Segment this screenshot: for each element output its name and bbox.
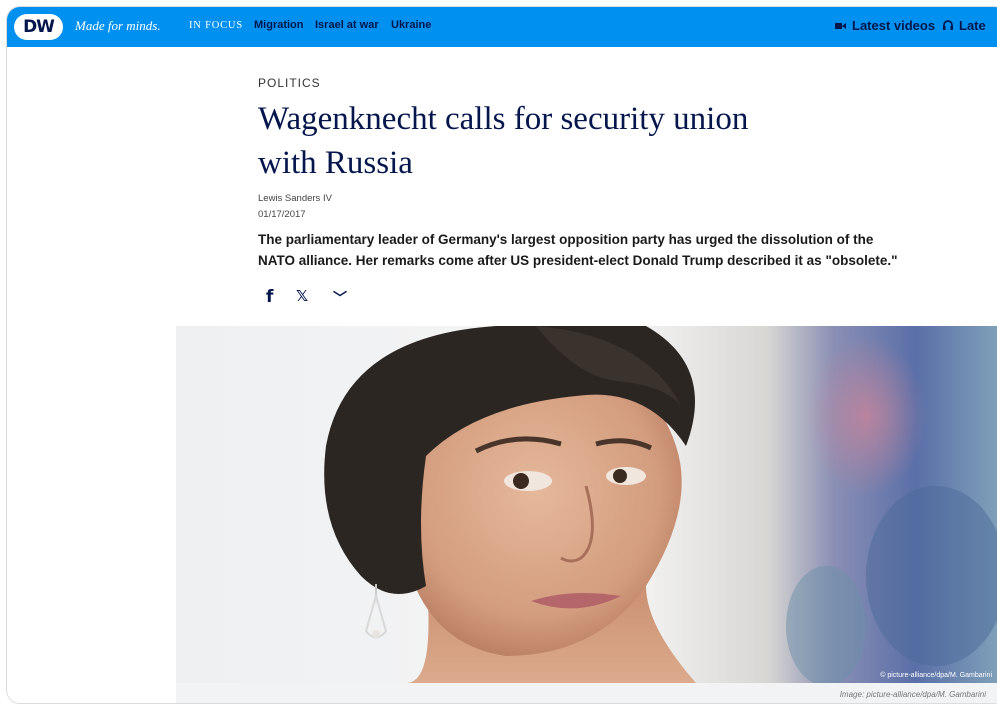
- category-kicker[interactable]: POLITICS: [258, 76, 321, 90]
- photo-credit-overlay: © picture-alliance/dpa/M. Gambarini: [880, 672, 992, 679]
- chevron-down-icon[interactable]: ﹀: [333, 288, 347, 308]
- latest-videos-link[interactable]: Latest videos: [835, 18, 935, 33]
- nav-link-migration[interactable]: Migration: [254, 19, 304, 31]
- author-name[interactable]: Lewis Sanders IV: [258, 193, 332, 204]
- portrait-illustration: [176, 326, 997, 683]
- nav-link-ukraine[interactable]: Ukraine: [391, 19, 431, 31]
- slogan: Made for minds.: [75, 18, 161, 33]
- latest-videos-label: Latest videos: [852, 18, 936, 33]
- dw-logo[interactable]: DW: [14, 14, 63, 40]
- top-navigation-bar: DW Made for minds. IN FOCUS Migration Is…: [7, 7, 997, 47]
- teaser-line-2: NATO alliance. Her remarks come after US…: [258, 253, 898, 268]
- article-hero-image[interactable]: © picture-alliance/dpa/M. Gambarini: [176, 326, 997, 683]
- publish-date: 01/17/2017: [258, 209, 306, 220]
- latest-audio-link[interactable]: Late: [942, 18, 986, 33]
- headline-line-2: with Russia: [258, 145, 413, 181]
- browser-frame: DW Made for minds. IN FOCUS Migration Is…: [6, 6, 997, 704]
- facebook-icon[interactable]: f: [266, 287, 273, 307]
- video-camera-icon: [835, 23, 846, 29]
- x-icon[interactable]: 𝕏: [296, 287, 308, 305]
- article-headline: Wagenknecht calls for security union wit…: [258, 97, 898, 185]
- teaser-line-1: The parliamentary leader of Germany's la…: [258, 232, 874, 247]
- image-caption: Image: picture-alliance/dpa/M. Gambarini: [839, 690, 986, 699]
- latest-audio-label: Late: [959, 18, 986, 33]
- article-teaser: The parliamentary leader of Germany's la…: [258, 229, 938, 271]
- headphones-icon: [943, 20, 953, 30]
- logo-text: DW: [23, 17, 55, 37]
- headline-line-1: Wagenknecht calls for security union: [258, 101, 749, 137]
- image-caption-bar: Image: picture-alliance/dpa/M. Gambarini: [176, 683, 997, 703]
- in-focus-label: IN FOCUS: [189, 20, 243, 31]
- nav-link-israel-at-war[interactable]: Israel at war: [315, 19, 379, 31]
